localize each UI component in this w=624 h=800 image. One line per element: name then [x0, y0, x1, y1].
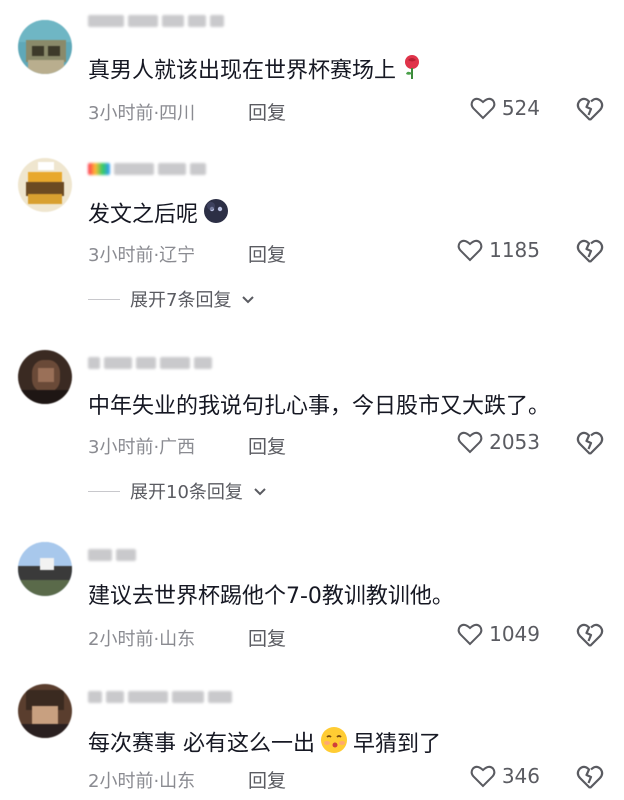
comment-text: 发文之后呢 [88, 197, 230, 234]
like-button[interactable]: 1049 [457, 622, 540, 646]
reply-button[interactable]: 回复 [248, 240, 286, 267]
comment-text: 真男人就该出现在世界杯赛场上 [88, 54, 424, 89]
expand-replies-button[interactable]: 展开10条回复 [88, 478, 267, 504]
like-count: 524 [501, 96, 540, 120]
time-location: 2小时前·山东 [88, 629, 196, 650]
heart-icon [457, 238, 483, 262]
divider-line [88, 490, 120, 492]
time-location: 3小时前·辽宁 [88, 245, 196, 266]
comment-text: 每次赛事 必有这么一出 早猜到了 [88, 725, 441, 764]
heart-icon [470, 764, 496, 788]
reply-button[interactable]: 回复 [248, 624, 286, 651]
like-button[interactable]: 1185 [457, 238, 540, 262]
avatar[interactable] [18, 158, 72, 212]
like-button[interactable]: 2053 [457, 430, 540, 454]
username-blurred[interactable] [88, 546, 136, 564]
broken-heart-icon[interactable] [576, 764, 604, 790]
reply-button[interactable]: 回复 [248, 432, 286, 459]
like-count: 346 [501, 764, 540, 788]
rose-icon [400, 54, 424, 89]
broken-heart-icon[interactable] [576, 622, 604, 648]
avatar[interactable] [18, 350, 72, 404]
heart-icon [457, 622, 483, 646]
time-location: 3小时前·四川 [88, 103, 196, 124]
expand-replies-label: 展开7条回复 [130, 290, 232, 311]
chevron-down-icon [253, 481, 267, 502]
like-button[interactable]: 346 [470, 764, 540, 788]
username-blurred[interactable] [88, 12, 224, 30]
username-blurred[interactable] [88, 688, 232, 706]
expand-replies-button[interactable]: 展开7条回复 [88, 286, 255, 312]
avatar[interactable] [18, 20, 72, 74]
username-blurred[interactable] [88, 160, 206, 178]
time-location: 2小时前·山东 [88, 771, 196, 792]
divider-line [88, 298, 120, 300]
avatar[interactable] [18, 542, 72, 596]
like-count: 1185 [489, 238, 540, 262]
broken-heart-icon[interactable] [576, 96, 604, 122]
expand-replies-label: 展开10条回复 [130, 482, 243, 503]
heart-icon [457, 430, 483, 454]
broken-heart-icon[interactable] [576, 430, 604, 456]
broken-heart-icon[interactable] [576, 238, 604, 264]
heart-icon [470, 96, 496, 120]
chevron-down-icon [241, 289, 255, 310]
kissing-face-icon [319, 725, 349, 764]
like-count: 2053 [489, 430, 540, 454]
like-count: 1049 [489, 622, 540, 646]
like-button[interactable]: 524 [470, 96, 540, 120]
reply-button[interactable]: 回复 [248, 766, 286, 793]
time-location: 3小时前·广西 [88, 437, 196, 458]
username-blurred[interactable] [88, 354, 212, 372]
comment-text: 建议去世界杯踢他个7-0教训教训他。 [88, 584, 454, 609]
avatar[interactable] [18, 684, 72, 738]
dark-face-icon [202, 197, 230, 234]
reply-button[interactable]: 回复 [248, 98, 286, 125]
comment-text: 中年失业的我说句扎心事，今日股市又大跌了。 [88, 394, 551, 419]
